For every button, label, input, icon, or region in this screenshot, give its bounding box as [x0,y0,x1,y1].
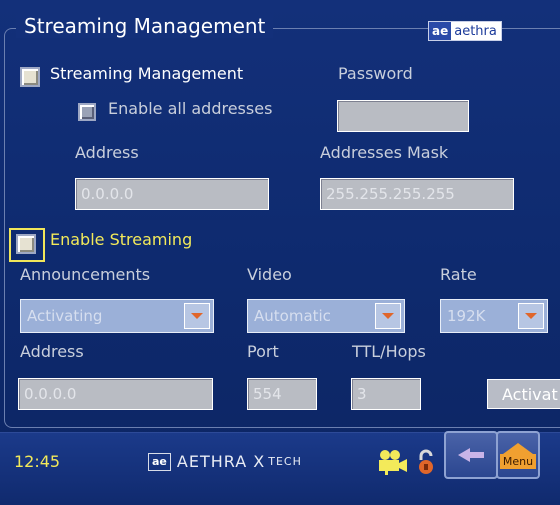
logo-mark: ae [429,22,452,40]
streaming-management-checkbox[interactable] [20,67,40,87]
video-select[interactable]: Automatic [247,299,405,333]
addresses-mask-field[interactable]: 255.255.255.255 [320,178,514,210]
password-label: Password [338,64,413,83]
chevron-down-icon[interactable] [375,303,401,329]
port-label: Port [247,342,279,361]
announcements-value: Activating [27,307,103,325]
brand-mark: ae [148,452,171,471]
streaming-address-field[interactable]: 0.0.0.0 [18,378,213,410]
video-camera-icon [376,448,410,480]
page-title: Streaming Management [16,14,274,38]
logo-text: aethra [454,23,497,39]
clock: 12:45 [14,452,61,471]
rate-label: Rate [440,265,477,284]
announcements-label: Announcements [20,265,151,284]
addresses-mask-label: Addresses Mask [320,143,449,162]
streaming-management-label: Streaming Management [50,64,244,83]
ttl-hops-field[interactable]: 3 [351,378,421,410]
rate-select[interactable]: 192K [440,299,548,333]
video-value: Automatic [254,307,331,325]
menu-label: Menu [499,454,537,469]
enable-streaming-label: Enable Streaming [50,230,193,249]
enable-streaming-checkbox[interactable] [16,234,36,254]
chevron-down-icon[interactable] [518,303,544,329]
streaming-management-screen: Streaming Management ae aethra Streaming… [0,0,560,505]
back-arrow-icon [458,448,484,462]
aethra-logo: ae aethra [428,21,502,41]
management-address-label: Address [75,143,139,162]
back-button[interactable] [444,431,498,479]
home-icon: Menu [499,441,537,469]
brand-name: AETHRA X [176,452,266,471]
chevron-down-icon[interactable] [184,303,210,329]
port-field[interactable]: 554 [247,378,317,410]
rate-value: 192K [447,307,486,325]
password-field[interactable] [337,100,469,132]
activate-button[interactable]: Activat [487,379,560,409]
announcements-select[interactable]: Activating [20,299,214,333]
panel-frame [4,28,560,428]
enable-all-addresses-checkbox[interactable] [78,103,96,121]
lock-open-icon [415,449,437,479]
ttl-hops-label: TTL/Hops [352,342,426,361]
video-label: Video [247,265,292,284]
enable-all-addresses-label: Enable all addresses [108,99,273,118]
management-address-field[interactable]: 0.0.0.0 [75,178,269,210]
menu-button[interactable]: Menu [496,431,540,479]
aethra-brand: ae AETHRA X TECH [148,452,302,471]
streaming-address-label: Address [20,342,84,361]
brand-sub: TECH [268,455,302,468]
